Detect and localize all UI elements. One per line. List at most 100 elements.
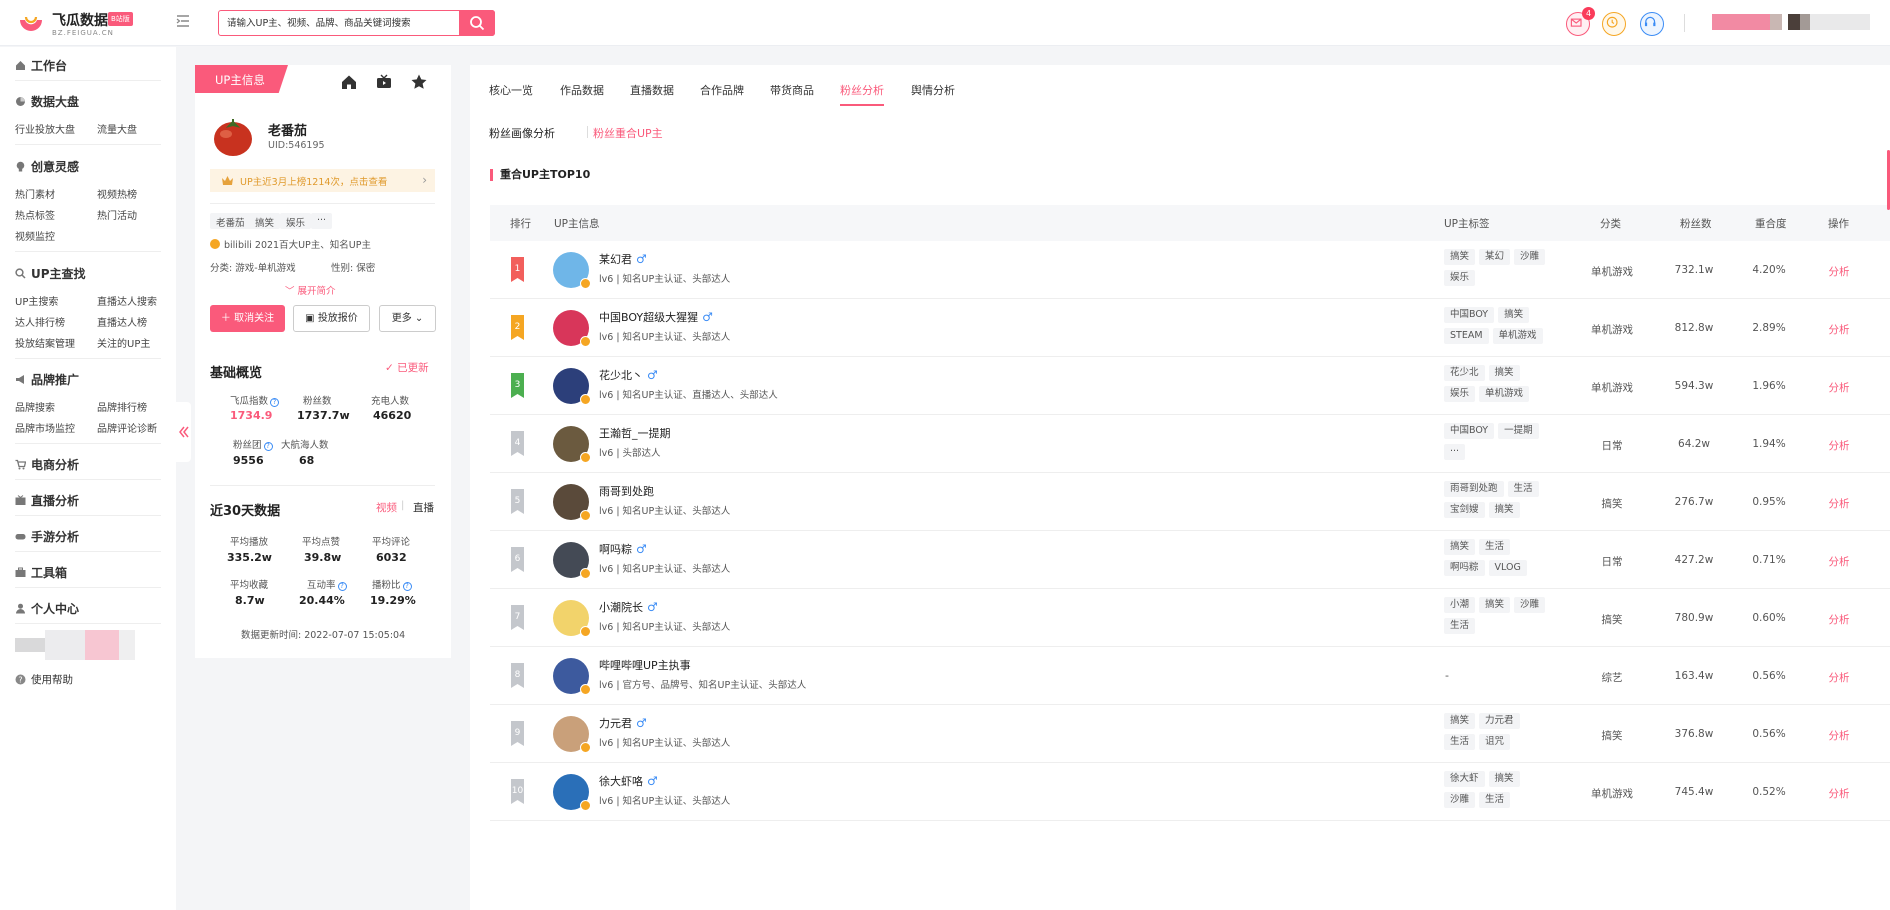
sidebar-item-followed-up[interactable]: 关注的UP主 xyxy=(97,335,150,350)
unfollow-button[interactable]: ＋ 取消关注 xyxy=(210,305,285,332)
sidebar-collapse-button[interactable] xyxy=(175,402,191,462)
stat-value: 46620 xyxy=(373,409,412,422)
up-avatar[interactable] xyxy=(553,774,591,811)
up-avatar[interactable] xyxy=(553,600,591,637)
tab-core-overview[interactable]: 核心一览 xyxy=(489,82,533,104)
sidebar-item-traffic-dashboard[interactable]: 流量大盘 xyxy=(97,121,137,136)
up-tag: 花少北 xyxy=(1444,365,1485,381)
analyze-link[interactable]: 分析 xyxy=(1804,322,1874,337)
sidebar-item-label: 个人中心 xyxy=(31,602,80,616)
analyze-link[interactable]: 分析 xyxy=(1804,554,1874,569)
sidebar-item-hot-activity[interactable]: 热门活动 xyxy=(97,207,137,222)
top-bar: 飞瓜数据 B站版 BZ.FEIGUA.CN 4 xyxy=(0,0,1890,46)
search-input[interactable] xyxy=(227,15,457,31)
profile-tab[interactable]: UP主信息 xyxy=(195,65,288,93)
sidebar-section-data-dashboard[interactable]: 数据大盘 xyxy=(15,93,79,110)
analyze-link[interactable]: 分析 xyxy=(1804,670,1874,685)
sidebar-item-brand-search[interactable]: 品牌搜索 xyxy=(15,399,55,414)
rank-notice[interactable]: UP主近3月上榜1214次，点击查看 › xyxy=(210,169,435,192)
up-name-link[interactable]: 力元君 ♂ xyxy=(599,715,647,731)
verified-badge-icon xyxy=(580,394,591,405)
user-account-blurred[interactable] xyxy=(1712,14,1872,30)
up-avatar[interactable] xyxy=(553,310,591,347)
up-avatar[interactable] xyxy=(553,426,591,463)
sidebar-item-brand-comment[interactable]: 品牌评论诊断 xyxy=(97,420,157,435)
logo[interactable]: 飞瓜数据 B站版 BZ.FEIGUA.CN xyxy=(18,8,188,38)
up-avatar[interactable] xyxy=(553,716,591,753)
stat-value: 39.8w xyxy=(304,551,342,564)
sidebar-section-creative[interactable]: 创意灵感 xyxy=(15,158,79,175)
analyze-link[interactable]: 分析 xyxy=(1804,612,1874,627)
subtab-fan-portrait[interactable]: 粉丝画像分析 xyxy=(489,125,555,141)
sidebar-item-video-monitor[interactable]: 视频监控 xyxy=(15,228,55,243)
info-icon[interactable]: ? xyxy=(270,398,280,407)
sidebar-item-live-rank[interactable]: 直播达人榜 xyxy=(97,314,147,329)
switch-live-tab[interactable]: 直播 xyxy=(413,500,434,515)
sidebar-item-ecommerce[interactable]: 电商分析 xyxy=(15,456,79,473)
up-name-link[interactable]: 徐大虾咯 ♂ xyxy=(599,773,658,789)
up-name-link[interactable]: 花少北丶 ♂ xyxy=(599,367,658,383)
sidebar-item-video-hot[interactable]: 视频热榜 xyxy=(97,186,137,201)
clock-icon[interactable] xyxy=(1602,12,1626,36)
sidebar-section-up-search[interactable]: UP主查找 xyxy=(15,265,86,282)
sidebar-item-toolbox[interactable]: 工具箱 xyxy=(15,564,67,581)
sidebar-item-brand-rank[interactable]: 品牌排行榜 xyxy=(97,399,147,414)
up-avatar[interactable] xyxy=(553,252,591,289)
sidebar-item-mobile-game[interactable]: 手游分析 xyxy=(15,528,79,545)
sidebar-item-live-search[interactable]: 直播达人搜索 xyxy=(97,293,157,308)
sidebar-item-profile[interactable]: 个人中心 xyxy=(15,600,79,617)
search-button[interactable] xyxy=(459,10,495,36)
analyze-link[interactable]: 分析 xyxy=(1804,264,1874,279)
tab-fans-analysis[interactable]: 粉丝分析 xyxy=(840,82,884,106)
expand-intro-link[interactable]: ﹀ 展开简介 xyxy=(285,283,336,297)
home-icon[interactable] xyxy=(340,73,358,91)
up-name-link[interactable]: 雨哥到处跑 xyxy=(599,483,654,499)
analyze-link[interactable]: 分析 xyxy=(1804,728,1874,743)
sidebar-item-hot-material[interactable]: 热门素材 xyxy=(15,186,55,201)
up-name-link[interactable]: 啊吗粽 ♂ xyxy=(599,541,647,557)
up-name-link[interactable]: 小潮院长 ♂ xyxy=(599,599,658,615)
switch-video-tab[interactable]: 视频 xyxy=(376,500,397,515)
sidebar-item-up-search[interactable]: UP主搜索 xyxy=(15,293,58,308)
up-name-link[interactable]: 某幻君 ♂ xyxy=(599,251,647,267)
up-name-link[interactable]: 王瀚哲_一提期 xyxy=(599,425,671,441)
tab-works-data[interactable]: 作品数据 xyxy=(560,82,604,104)
sidebar-item-hot-tags[interactable]: 热点标签 xyxy=(15,207,55,222)
sidebar-item-brand-monitor[interactable]: 品牌市场监控 xyxy=(15,420,75,435)
up-name-link[interactable]: 中国BOY超级大猩猩 ♂ xyxy=(599,309,713,325)
tab-sentiment[interactable]: 舆情分析 xyxy=(911,82,955,104)
sidebar-item-workbench[interactable]: 工作台 xyxy=(15,57,67,74)
info-icon[interactable]: ? xyxy=(402,582,412,591)
headset-icon[interactable] xyxy=(1640,12,1664,36)
up-name: 哔哩哔哩UP主执事 xyxy=(599,659,691,672)
menu-collapse-icon[interactable] xyxy=(176,14,190,28)
sidebar-item-help[interactable]: ? 使用帮助 xyxy=(15,672,73,687)
sidebar-item-live[interactable]: 直播分析 xyxy=(15,492,79,509)
up-avatar[interactable] xyxy=(553,368,591,405)
analyze-link[interactable]: 分析 xyxy=(1804,496,1874,511)
analyze-link[interactable]: 分析 xyxy=(1804,380,1874,395)
up-description: lv6 | 知名UP主认证、直播达人、头部达人 xyxy=(599,390,778,401)
megaphone-icon xyxy=(16,375,24,384)
info-icon[interactable]: ? xyxy=(337,582,347,591)
tab-partner-brands[interactable]: 合作品牌 xyxy=(700,82,744,104)
up-avatar[interactable] xyxy=(553,484,591,521)
tab-live-data[interactable]: 直播数据 xyxy=(630,82,674,104)
sidebar-item-rank[interactable]: 达人排行榜 xyxy=(15,314,65,329)
quote-button[interactable]: ▣ 投放报价 xyxy=(293,305,370,332)
info-icon[interactable]: ? xyxy=(263,442,273,451)
analyze-link[interactable]: 分析 xyxy=(1804,438,1874,453)
subtab-overlap-up[interactable]: 粉丝重合UP主 xyxy=(593,125,663,141)
analyze-link[interactable]: 分析 xyxy=(1804,786,1874,801)
sidebar-item-industry-dashboard[interactable]: 行业投放大盘 xyxy=(15,121,75,136)
sidebar-section-brand[interactable]: 品牌推广 xyxy=(15,371,79,388)
tv-icon[interactable] xyxy=(375,73,393,91)
up-avatar[interactable] xyxy=(553,658,591,695)
up-name-link[interactable]: 哔哩哔哩UP主执事 xyxy=(599,657,691,673)
star-icon[interactable] xyxy=(410,73,428,91)
mail-icon[interactable]: 4 xyxy=(1566,7,1595,36)
more-dropdown[interactable]: 更多 ⌄ xyxy=(379,305,436,332)
up-avatar[interactable] xyxy=(553,542,591,579)
tab-goods[interactable]: 带货商品 xyxy=(770,82,814,104)
sidebar-item-campaign-manage[interactable]: 投放结案管理 xyxy=(15,335,75,350)
